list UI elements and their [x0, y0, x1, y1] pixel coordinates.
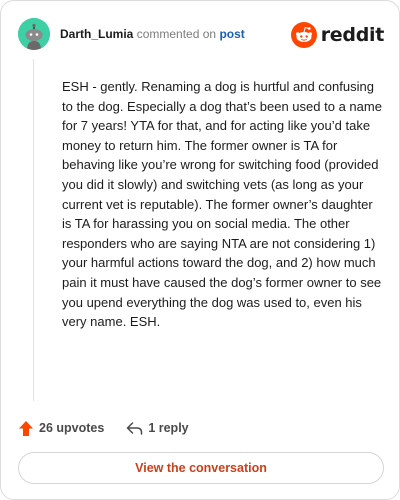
commented-on-text: commented on [136, 27, 217, 41]
upvote-button[interactable]: 26 upvotes [18, 420, 104, 437]
reply-count: 1 reply [148, 421, 189, 435]
reply-button[interactable]: 1 reply [126, 421, 189, 436]
post-link[interactable]: post [219, 27, 244, 41]
reddit-snoo-icon [290, 22, 317, 48]
reply-arrow-icon [127, 421, 143, 435]
upvote-count: 26 upvotes [39, 421, 105, 435]
snoo-avatar-icon [18, 18, 50, 50]
user-avatar[interactable] [18, 18, 50, 50]
comment-body: ESH - gently. Renaming a dog is hurtful … [62, 79, 382, 330]
thread-line[interactable] [33, 59, 34, 401]
embedded-comment-card: Darth_Lumia commented on post reddit ESH… [0, 0, 400, 500]
comment-actions: 26 upvotes 1 reply [18, 417, 189, 439]
comment-byline: Darth_Lumia commented on post [60, 27, 245, 41]
view-conversation-button[interactable]: View the conversation [18, 452, 384, 484]
comment-header: Darth_Lumia commented on post reddit [18, 18, 384, 52]
upvote-arrow-icon [19, 420, 33, 436]
reddit-logo[interactable]: reddit [290, 20, 385, 50]
username-link[interactable]: Darth_Lumia [60, 27, 133, 41]
reddit-wordmark: reddit [320, 24, 385, 46]
